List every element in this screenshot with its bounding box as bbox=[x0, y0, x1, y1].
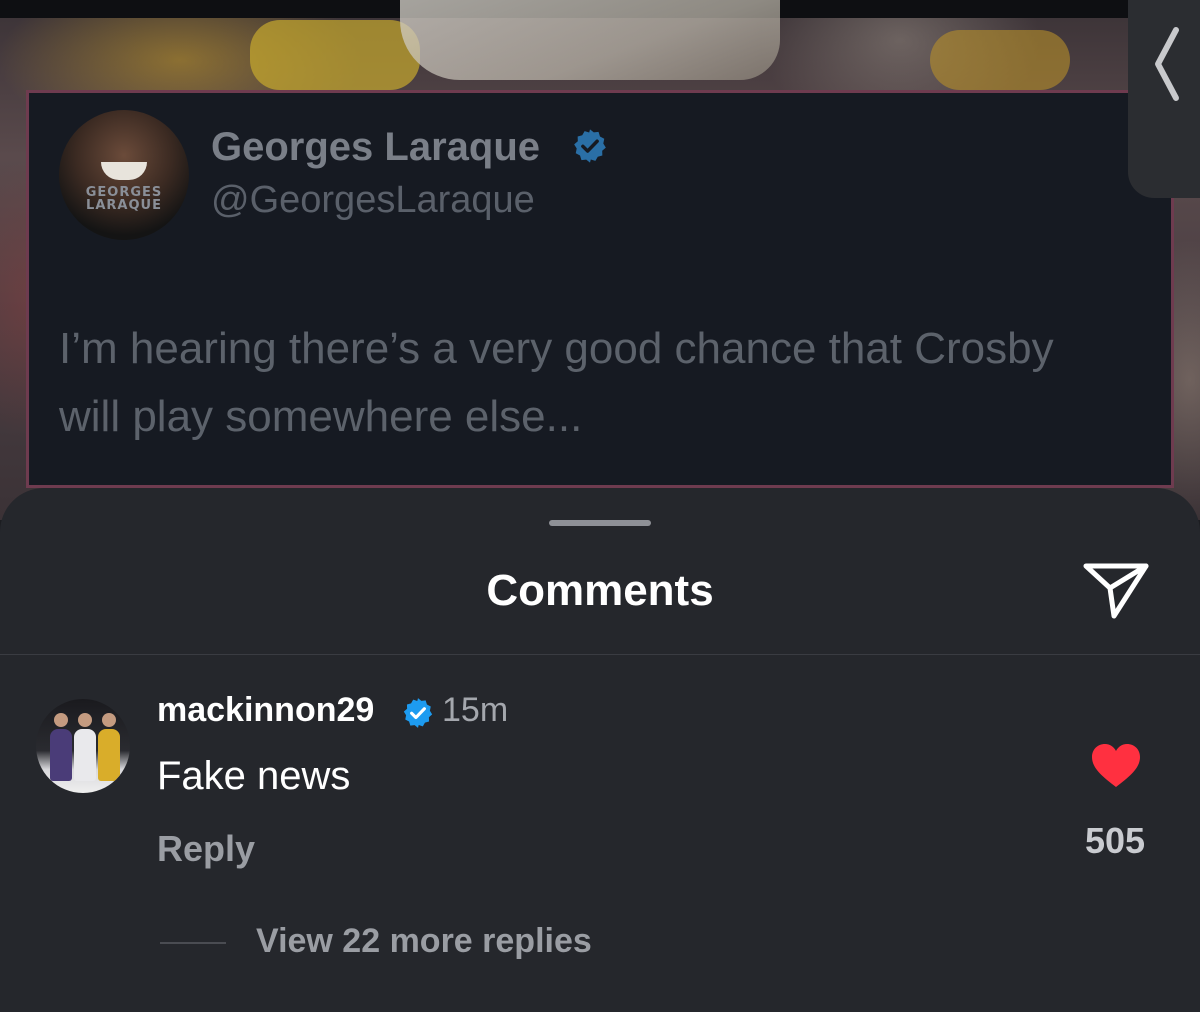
avatar-figure-head bbox=[78, 713, 92, 727]
sheet-divider bbox=[0, 654, 1200, 655]
image-jersey-detail-right bbox=[930, 30, 1070, 90]
avatar-figure bbox=[74, 729, 96, 781]
image-logo-detail bbox=[400, 0, 780, 80]
image-jersey-detail bbox=[250, 20, 420, 90]
screen: GEORGES LARAQUE Georges Laraque @Georges… bbox=[0, 0, 1200, 1012]
like-count: 505 bbox=[1084, 820, 1146, 861]
avatar-figure bbox=[98, 729, 120, 781]
tweet-handle: @GeorgesLaraque bbox=[211, 179, 535, 221]
comment-timestamp: 15m bbox=[442, 691, 509, 729]
avatar-smile bbox=[101, 162, 147, 180]
chevron-left-icon[interactable] bbox=[1146, 24, 1186, 104]
heart-icon[interactable] bbox=[1090, 742, 1142, 790]
reply-button[interactable]: Reply bbox=[157, 828, 255, 870]
post-image[interactable]: GEORGES LARAQUE Georges Laraque @Georges… bbox=[0, 0, 1200, 520]
paper-plane-icon[interactable] bbox=[1080, 558, 1152, 622]
verified-check-icon bbox=[574, 129, 606, 163]
avatar-cover-text: GEORGES LARAQUE bbox=[59, 186, 189, 212]
avatar-figure-head bbox=[102, 713, 116, 727]
side-panel-tab[interactable] bbox=[1128, 0, 1200, 198]
sheet-title: Comments bbox=[486, 566, 714, 615]
sheet-grabber[interactable] bbox=[549, 520, 651, 526]
tweet-avatar: GEORGES LARAQUE bbox=[59, 110, 189, 240]
tweet-text: I’m hearing there’s a very good chance t… bbox=[59, 324, 1054, 441]
avatar-figure-head bbox=[54, 713, 68, 727]
view-more-replies-button[interactable]: View 22 more replies bbox=[256, 922, 592, 961]
avatar-caption-line2: LARAQUE bbox=[86, 198, 162, 213]
avatar-figure bbox=[50, 729, 72, 781]
comments-sheet: Comments mackinnon29 15m Fake news Reply… bbox=[0, 488, 1200, 1012]
commenter-avatar[interactable] bbox=[36, 699, 130, 793]
tweet-card: GEORGES LARAQUE Georges Laraque @Georges… bbox=[26, 90, 1174, 488]
verified-check-icon bbox=[403, 698, 433, 728]
comment-text: Fake news bbox=[157, 754, 351, 798]
comment-username[interactable]: mackinnon29 bbox=[157, 691, 374, 730]
replies-connector-line bbox=[160, 942, 226, 944]
tweet-display-name: Georges Laraque bbox=[211, 125, 541, 169]
